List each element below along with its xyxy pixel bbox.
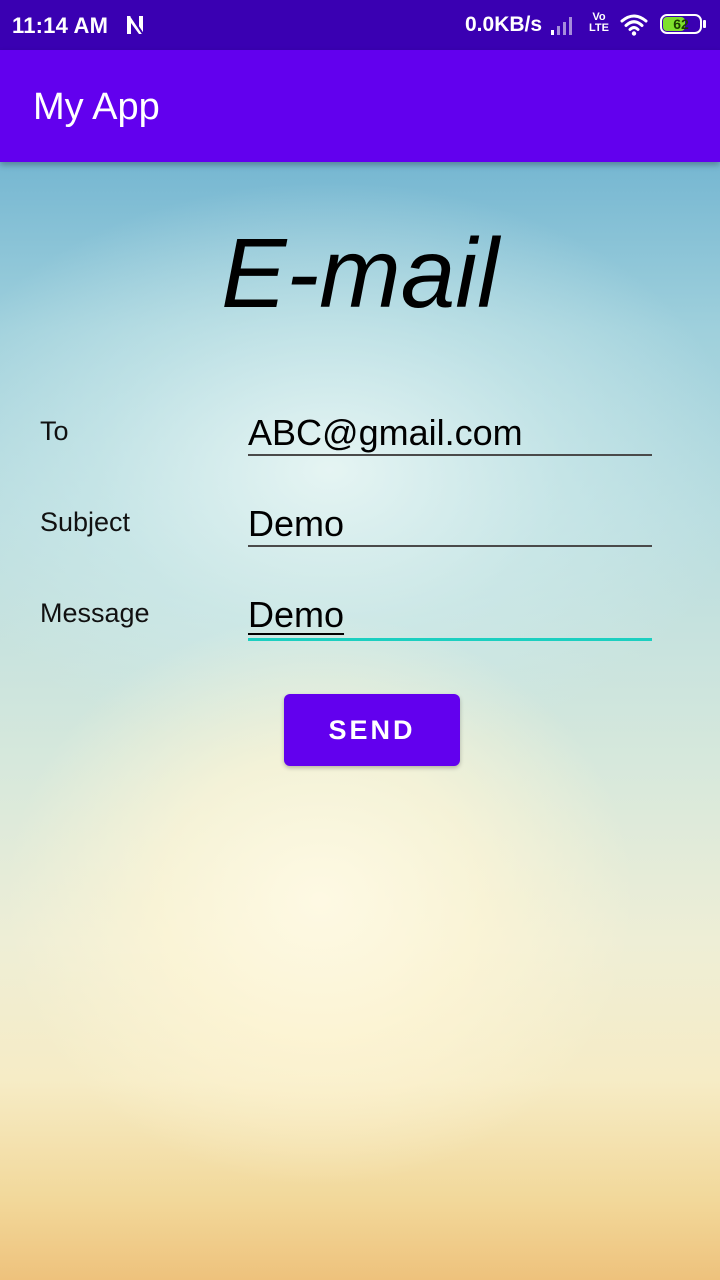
status-bar: 11:14 AM 0.0KB/s Vo LTE 62: [0, 0, 720, 50]
volte-icon: Vo LTE: [585, 12, 613, 38]
status-time: 11:14 AM: [12, 13, 109, 38]
to-field[interactable]: ABC@gmail.com: [248, 406, 652, 456]
message-field-value: Demo: [248, 594, 345, 635]
to-field-value: ABC@gmail.com: [248, 412, 523, 453]
message-field[interactable]: Demo: [248, 588, 652, 641]
send-button[interactable]: SEND: [284, 694, 460, 766]
subject-field-value: Demo: [248, 503, 345, 544]
battery-level: 62: [673, 16, 689, 32]
message-label: Message: [40, 598, 150, 628]
app-bar: My App: [0, 50, 720, 162]
app-title: My App: [33, 86, 160, 128]
battery-tip: [703, 20, 706, 28]
lte-label: LTE: [589, 22, 609, 34]
to-label: To: [40, 416, 69, 446]
battery-icon: 62: [660, 14, 708, 36]
signal-icon: [551, 17, 572, 35]
network-speed: 0.0KB/s: [465, 13, 543, 36]
subject-field[interactable]: Demo: [248, 497, 652, 547]
notification-n-icon: [127, 15, 144, 35]
page-heading: E-mail: [221, 218, 499, 328]
wifi-icon: [620, 14, 648, 36]
subject-label: Subject: [40, 507, 131, 537]
